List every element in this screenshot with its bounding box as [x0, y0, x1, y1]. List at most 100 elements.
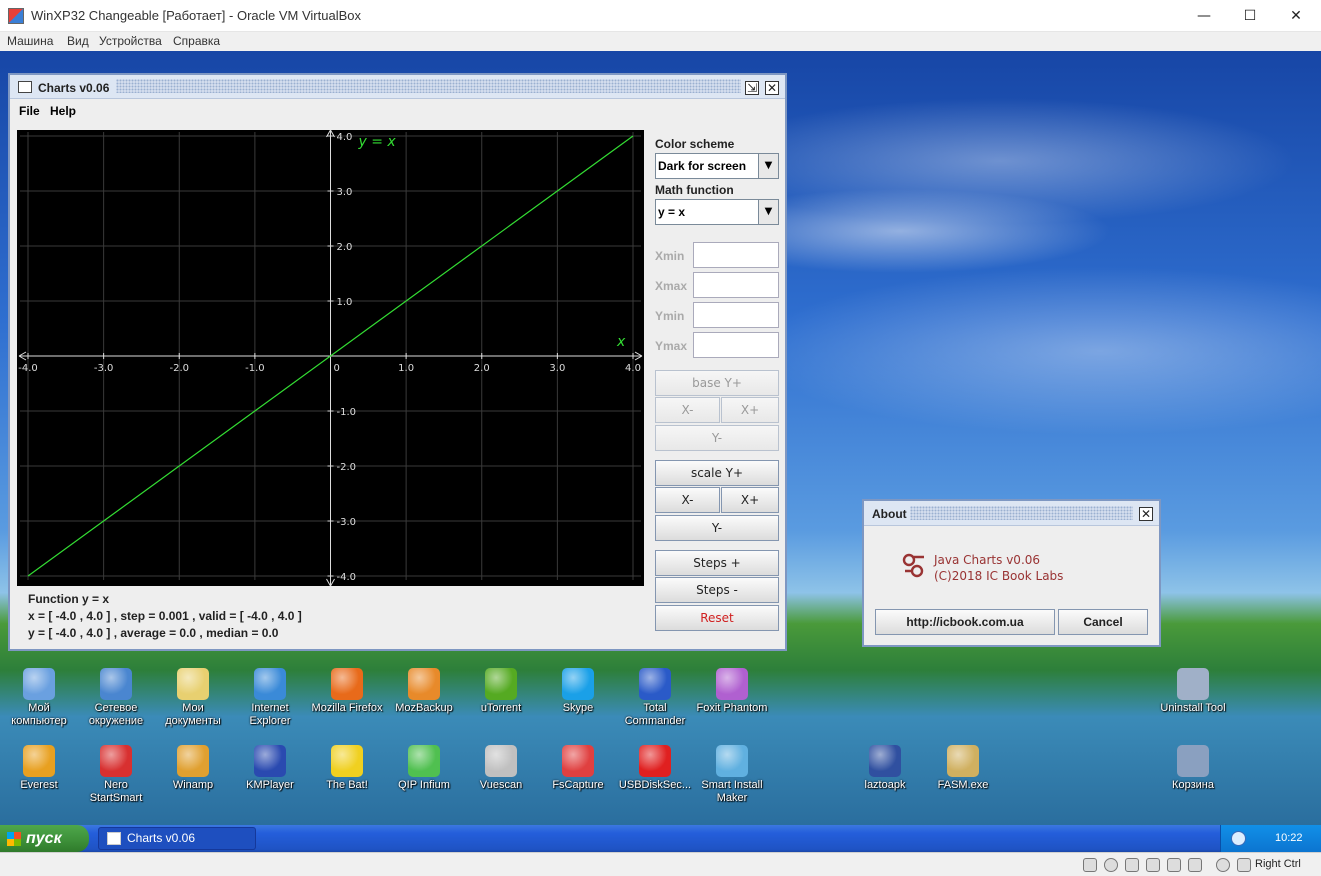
menu-machine[interactable]: Машина: [7, 34, 53, 48]
scale-xplus-button[interactable]: X+: [721, 487, 779, 513]
desktop-icon-label: KMPlayer: [246, 779, 294, 791]
desktop-icon-usbdisksec[interactable]: USBDiskSec...: [618, 745, 692, 792]
capture-icon[interactable]: [1216, 858, 1230, 872]
taskbar-item-charts[interactable]: Charts v0.06: [98, 827, 256, 850]
desktop-icon-laztoapk[interactable]: laztoapk: [848, 745, 922, 792]
desktop-icon-label: laztoapk: [864, 779, 906, 791]
desktop-icon-the-bat[interactable]: The Bat!: [310, 745, 384, 792]
menu-file[interactable]: File: [19, 104, 40, 118]
desktop-icon-fasm[interactable]: FASM.exe: [926, 745, 1000, 792]
base-yplus-button[interactable]: base Y+: [655, 370, 779, 396]
desktop-icon-label: Мой компьютер: [11, 702, 67, 727]
minimize-button[interactable]: —: [1181, 0, 1227, 32]
about-titlebar[interactable]: About ✕: [864, 501, 1159, 526]
desktop-icon-label: Mozilla Firefox: [311, 702, 383, 714]
desktop-icon-qip[interactable]: QIP Infium: [387, 745, 461, 792]
desktop-icon-vuescan[interactable]: Vuescan: [464, 745, 538, 792]
reset-button[interactable]: Reset: [655, 605, 779, 631]
desktop-icon-total-commander[interactable]: Total Commander: [618, 668, 692, 728]
scale-yplus-button[interactable]: scale Y+: [655, 460, 779, 486]
qip-icon: [408, 745, 440, 777]
restore-icon[interactable]: ⇲: [745, 81, 759, 95]
desktop-icon-label: Nero StartSmart: [89, 779, 143, 804]
desktop-icon-network[interactable]: Сетевое окружение: [79, 668, 153, 728]
y-tick-label: -4.0: [337, 572, 357, 583]
scale-yminus-button[interactable]: Y-: [655, 515, 779, 541]
hard-disk-icon[interactable]: [1083, 858, 1097, 872]
desktop-icon-everest[interactable]: Everest: [2, 745, 76, 792]
desktop-icon-recycle-bin[interactable]: Корзина: [1156, 745, 1230, 792]
uninstall-tool-icon: [1177, 668, 1209, 700]
desktop-icon-label: FASM.exe: [937, 779, 989, 791]
ymax-field[interactable]: [693, 332, 779, 358]
optical-drive-icon[interactable]: [1104, 858, 1118, 872]
cancel-button[interactable]: Cancel: [1058, 609, 1148, 635]
desktop-icon-label: MozBackup: [395, 702, 453, 714]
desktop-icon-ie[interactable]: Internet Explorer: [233, 668, 307, 728]
menu-devices[interactable]: Устройства: [99, 34, 162, 48]
color-scheme-select[interactable]: Dark for screen ▼: [655, 153, 779, 179]
close-icon[interactable]: ✕: [1139, 507, 1153, 521]
desktop-icon-label: Skype: [562, 702, 594, 714]
menu-help[interactable]: Справка: [173, 34, 220, 48]
base-yminus-button[interactable]: Y-: [655, 425, 779, 451]
desktop-icon-label: Мои документы: [165, 702, 221, 727]
info-range: x = [ -4.0 , 4.0 ] , step = 0.001 , vali…: [28, 609, 302, 623]
scale-xminus-button[interactable]: X-: [655, 487, 720, 513]
maximize-button[interactable]: ☐: [1227, 0, 1273, 32]
steps-minus-button[interactable]: Steps -: [655, 577, 779, 603]
base-xplus-button[interactable]: X+: [721, 397, 779, 423]
the-bat-icon: [331, 745, 363, 777]
desktop-icon-label: Total Commander: [624, 702, 686, 727]
audio-icon[interactable]: [1125, 858, 1139, 872]
menu-help[interactable]: Help: [50, 104, 76, 118]
xmax-field[interactable]: [693, 272, 779, 298]
clock[interactable]: 10:22: [1275, 832, 1303, 844]
y-tick-label: 3.0: [337, 187, 353, 198]
chevron-down-icon: ▼: [758, 200, 778, 224]
usb-icon[interactable]: [1167, 858, 1181, 872]
virtualbox-icon: [8, 8, 24, 24]
network-icon: [100, 668, 132, 700]
desktop-icon-nero[interactable]: Nero StartSmart: [79, 745, 153, 805]
menu-view[interactable]: Вид: [67, 34, 89, 48]
about-title: About: [872, 507, 907, 521]
window-icon: [18, 81, 32, 93]
base-xminus-button[interactable]: X-: [655, 397, 720, 423]
start-button[interactable]: пуск: [0, 825, 89, 852]
desktop-icon-utorrent[interactable]: uTorrent: [464, 668, 538, 715]
math-function-select[interactable]: y = x ▼: [655, 199, 779, 225]
firefox-icon: [331, 668, 363, 700]
desktop-icon-skype[interactable]: Skype: [541, 668, 615, 715]
keyboard-capture-icon[interactable]: [1237, 858, 1251, 872]
desktop-icon-firefox[interactable]: Mozilla Firefox: [310, 668, 384, 715]
desktop-icon-kmplayer[interactable]: KMPlayer: [233, 745, 307, 792]
close-icon[interactable]: ✕: [765, 81, 779, 95]
desktop-icon-my-documents[interactable]: Мои документы: [156, 668, 230, 728]
charts-window: Charts v0.06 ⇲ ✕ File Help -4.0 -3.0 -2.0-…: [8, 73, 787, 651]
color-scheme-label: Color scheme: [655, 137, 735, 151]
desktop-icon-fscapture[interactable]: FsCapture: [541, 745, 615, 792]
usbdisksec-icon: [639, 745, 671, 777]
desktop-icon-winamp[interactable]: Winamp: [156, 745, 230, 792]
titlebar-grip: [910, 506, 1133, 520]
desktop-icon-smart-install[interactable]: Smart Install Maker: [695, 745, 769, 805]
tray-clock-app-icon[interactable]: [1231, 831, 1246, 846]
x-tick-label: -4.0: [18, 363, 38, 374]
network-icon[interactable]: [1146, 858, 1160, 872]
fscapture-icon: [562, 745, 594, 777]
close-button[interactable]: ✕: [1273, 0, 1319, 32]
recycle-bin-icon: [1177, 745, 1209, 777]
shared-folders-icon[interactable]: [1188, 858, 1202, 872]
about-line2: (C)2018 IC Book Labs: [934, 569, 1064, 583]
xmin-field[interactable]: [693, 242, 779, 268]
desktop-icon-foxit[interactable]: Foxit Phantom: [695, 668, 769, 715]
url-button[interactable]: http://icbook.com.ua: [875, 609, 1055, 635]
everest-icon: [23, 745, 55, 777]
desktop-icon-my-computer[interactable]: Мой компьютер: [2, 668, 76, 728]
desktop-icon-mozbackup[interactable]: MozBackup: [387, 668, 461, 715]
desktop-icon-uninstall-tool[interactable]: Uninstall Tool: [1156, 668, 1230, 715]
charts-titlebar[interactable]: Charts v0.06 ⇲ ✕: [10, 75, 785, 99]
ymin-field[interactable]: [693, 302, 779, 328]
steps-plus-button[interactable]: Steps +: [655, 550, 779, 576]
